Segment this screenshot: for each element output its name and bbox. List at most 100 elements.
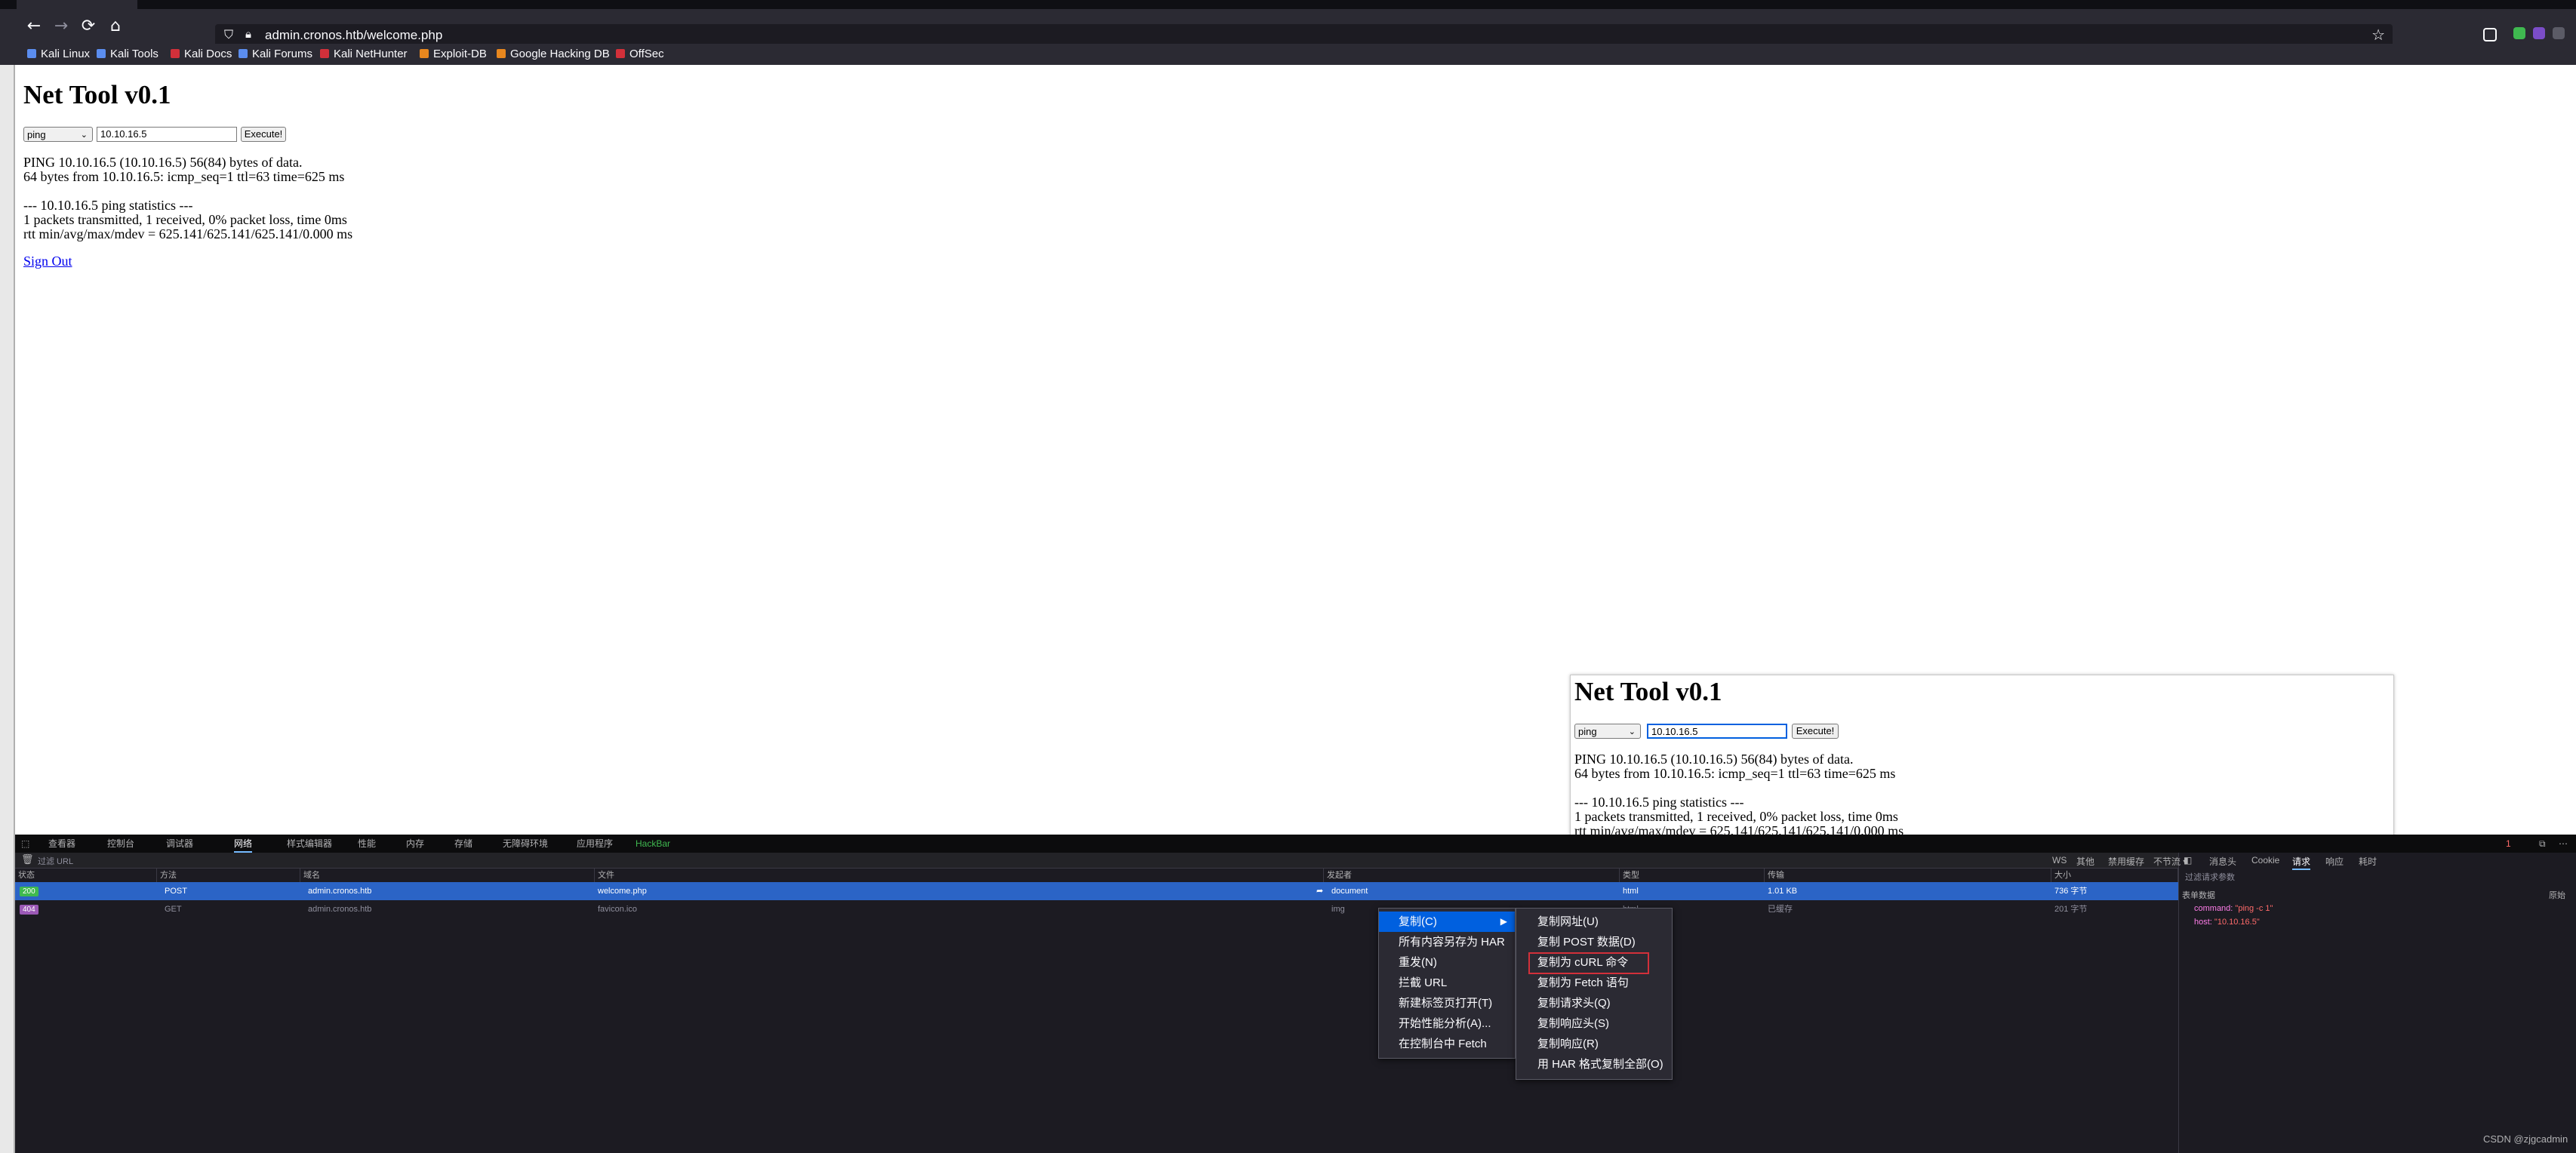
request-initiator: document (1331, 887, 1368, 896)
status-badge: 404 (20, 900, 38, 918)
submenu-copy-fetch[interactable]: 复制为 Fetch 语句 (1516, 973, 1672, 993)
menu-icon[interactable] (2553, 27, 2565, 39)
devtools-tab-bar: ⬚ 查看器 控制台 调试器 网络 样式编辑器 性能 内存 存储 无障碍环境 应用… (15, 835, 2576, 853)
pocket-icon[interactable] (2483, 28, 2497, 42)
bookmark-offsec[interactable]: OffSec (616, 47, 664, 62)
command-select[interactable]: ping ⌄ (23, 127, 93, 142)
bookmark-kali-forums[interactable]: Kali Forums (239, 47, 312, 62)
window-left-edge (0, 65, 15, 1153)
tab-style-editor[interactable]: 样式编辑器 (287, 838, 332, 850)
dock-icon[interactable]: ⧉ (2539, 838, 2546, 850)
submenu-copy-all-har[interactable]: 用 HAR 格式复制全部(O) (1516, 1054, 1672, 1075)
submenu-copy-response[interactable]: 复制响应(R) (1516, 1034, 1672, 1054)
filter-ws[interactable]: WS (2052, 855, 2067, 866)
kali-icon (27, 49, 36, 58)
annotation-highlight-box (1528, 952, 1649, 974)
more-options-icon[interactable]: ⋯ (2559, 838, 2568, 850)
execute-button[interactable]: Execute! (241, 127, 286, 142)
chevron-right-icon: ▶ (1500, 916, 1507, 927)
request-domain: admin.cronos.htb (308, 905, 372, 914)
param-filter-input[interactable]: 过滤请求参数 (2185, 871, 2235, 883)
url-text[interactable]: admin.cronos.htb/welcome.php (265, 28, 442, 43)
menu-item-start-profiling[interactable]: 开始性能分析(A)... (1379, 1013, 1515, 1034)
column-domain[interactable]: 域名 (300, 869, 595, 882)
submenu-copy-request-headers[interactable]: 复制请求头(Q) (1516, 993, 1672, 1013)
bookmark-kali-linux[interactable]: Kali Linux (27, 47, 90, 62)
column-size[interactable]: 大小 (2051, 869, 2178, 882)
bookmark-exploit-db[interactable]: Exploit-DB (420, 47, 487, 62)
tab-request[interactable]: 请求 (2292, 855, 2311, 870)
kali-icon (97, 49, 106, 58)
forward-icon[interactable]: → (51, 17, 71, 36)
tab-network[interactable]: 网络 (234, 838, 253, 853)
copy-submenu: 复制网址(U) 复制 POST 数据(D) 复制为 cURL 命令 复制为 Fe… (1516, 908, 1673, 1080)
tab-inspector[interactable]: 查看器 (48, 838, 75, 850)
element-picker-icon[interactable]: ⬚ (21, 838, 29, 850)
exploit-db-icon (420, 49, 429, 58)
reload-icon[interactable]: ⟳ (78, 17, 98, 36)
network-filter-bar: 🗑︎ 过滤 URL (15, 853, 2178, 869)
tab-console[interactable]: 控制台 (107, 838, 134, 850)
inset-host-input[interactable]: 10.10.16.5 (1647, 724, 1787, 739)
nethunter-icon (320, 49, 329, 58)
inset-execute-button[interactable]: Execute! (1792, 724, 1839, 739)
tab-cookie[interactable]: Cookie (2251, 855, 2279, 866)
column-file[interactable]: 文件 (595, 869, 1324, 882)
tab-accessibility[interactable]: 无障碍环境 (503, 838, 548, 850)
bookmark-kali-tools[interactable]: Kali Tools (97, 47, 158, 62)
tab-storage[interactable]: 存储 (454, 838, 472, 850)
tab-debugger[interactable]: 调试器 (166, 838, 193, 850)
column-method[interactable]: 方法 (157, 869, 300, 882)
column-transferred[interactable]: 传输 (1765, 869, 2051, 882)
tab-response[interactable]: 响应 (2325, 855, 2344, 868)
tab-performance[interactable]: 性能 (358, 838, 376, 850)
host-input[interactable]: 10.10.16.5 (97, 127, 237, 142)
offsec-icon (616, 49, 625, 58)
request-method: POST (165, 887, 187, 896)
tab-hackbar[interactable]: HackBar (636, 838, 670, 850)
menu-item-block-url[interactable]: 拦截 URL (1379, 973, 1515, 993)
request-size: 736 字节 (2054, 887, 2088, 896)
inset-command-select[interactable]: ping ⌄ (1574, 724, 1641, 739)
tab-memory[interactable]: 内存 (406, 838, 424, 850)
menu-item-resend[interactable]: 重发(N) (1379, 952, 1515, 973)
submenu-copy-post-data[interactable]: 复制 POST 数据(D) (1516, 932, 1672, 952)
menu-item-save-har[interactable]: 所有内容另存为 HAR (1379, 932, 1515, 952)
throttling-select[interactable]: 不节流 ▾ (2153, 855, 2187, 868)
bookmark-kali-docs[interactable]: Kali Docs (171, 47, 232, 62)
lock-icon[interactable]: 🔒︎ (245, 27, 251, 41)
error-count-badge[interactable]: 1 (2506, 838, 2511, 850)
column-type[interactable]: 类型 (1620, 869, 1765, 882)
disable-cache-checkbox[interactable]: 禁用缓存 (2108, 855, 2144, 868)
menu-item-fetch-console[interactable]: 在控制台中 Fetch (1379, 1034, 1515, 1054)
tab-timings[interactable]: 耗时 (2359, 855, 2377, 868)
home-icon[interactable]: ⌂ (106, 17, 125, 36)
shield-icon[interactable]: ⛉ (224, 27, 233, 42)
submenu-copy-response-headers[interactable]: 复制响应头(S) (1516, 1013, 1672, 1034)
devtools-panel: ⬚ 查看器 控制台 调试器 网络 样式编辑器 性能 内存 存储 无障碍环境 应用… (15, 835, 2576, 1153)
bookmark-star-icon[interactable]: ☆ (2371, 26, 2385, 44)
tab-application[interactable]: 应用程序 (577, 838, 613, 850)
forums-icon (239, 49, 248, 58)
submenu-copy-url[interactable]: 复制网址(U) (1516, 912, 1672, 932)
menu-item-open-new-tab[interactable]: 新建标签页打开(T) (1379, 993, 1515, 1013)
filter-other[interactable]: 其他 (2076, 855, 2094, 868)
form-data-label: 表单数据 (2182, 891, 2215, 900)
bookmark-kali-nethunter[interactable]: Kali NetHunter (320, 47, 408, 62)
sign-out-link[interactable]: Sign Out (23, 254, 72, 269)
table-row[interactable]: 404 GET admin.cronos.htb favicon.ico img… (15, 900, 2178, 918)
menu-item-copy[interactable]: 复制(C) ▶ (1379, 912, 1515, 932)
raw-toggle[interactable]: 原始 (2549, 889, 2565, 901)
extension-icon[interactable] (2513, 27, 2525, 39)
tab-headers[interactable]: 消息头 (2209, 855, 2236, 868)
back-icon[interactable]: ← (24, 17, 44, 36)
column-status[interactable]: 状态 (15, 869, 157, 882)
extension2-icon[interactable] (2533, 27, 2545, 39)
redirect-icon: ➦ (1316, 887, 1324, 896)
clear-icon[interactable]: 🗑︎ (21, 854, 34, 866)
column-initiator[interactable]: 发起者 (1324, 869, 1620, 882)
active-tab[interactable] (17, 0, 137, 9)
filter-url-input[interactable]: 过滤 URL (38, 855, 73, 867)
table-row[interactable]: 200 POST admin.cronos.htb welcome.php ➦ … (15, 882, 2178, 900)
bookmark-google-hacking-db[interactable]: Google Hacking DB (497, 47, 610, 62)
